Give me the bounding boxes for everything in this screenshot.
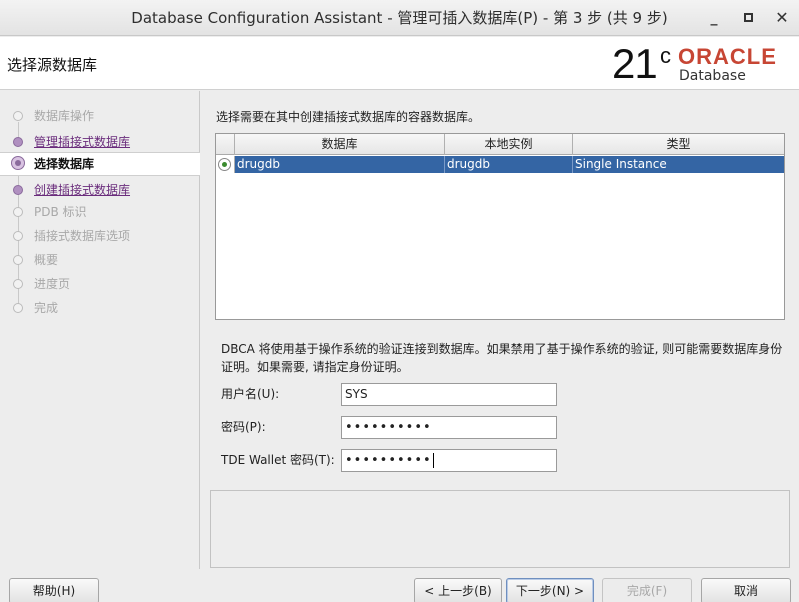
step-dot-icon: [13, 279, 23, 289]
text-cursor: [432, 453, 434, 468]
tde-password-input[interactable]: ••••••••••: [341, 449, 557, 472]
nav-item-label: 插接式数据库选项: [34, 229, 131, 243]
nav-item-pdb-options: 插接式数据库选项: [0, 225, 200, 247]
nav-item-db-operation: 数据库操作: [0, 105, 200, 127]
cancel-button[interactable]: 取消: [701, 578, 791, 602]
step-dot-icon: [13, 185, 23, 195]
tde-password-label: TDE Wallet 密码(T):: [221, 453, 335, 467]
cell-instance: drugdb: [445, 156, 573, 173]
close-icon[interactable]: ✕: [772, 8, 792, 28]
username-input[interactable]: SYS: [341, 383, 557, 406]
nav-item-progress: 进度页: [0, 273, 200, 295]
step-dot-icon: [13, 303, 23, 313]
nav-item-manage-pdb[interactable]: 管理插接式数据库: [0, 131, 200, 153]
step-dot-icon: [13, 255, 23, 265]
step-dot-icon: [13, 137, 23, 147]
cell-database: drugdb: [235, 156, 445, 173]
nav-item-create-pdb[interactable]: 创建插接式数据库: [0, 179, 200, 201]
nav-item-summary: 概要: [0, 249, 200, 271]
window-title: Database Configuration Assistant - 管理可插入…: [131, 9, 668, 27]
intro-text: 选择需要在其中创建插接式数据库的容器数据库。: [216, 110, 481, 124]
password-input[interactable]: ••••••••••: [341, 416, 557, 439]
nav-item-label: 概要: [34, 253, 59, 267]
username-label: 用户名(U):: [221, 387, 280, 401]
page-title: 选择源数据库: [7, 56, 98, 74]
row-select-cell[interactable]: [216, 156, 235, 173]
back-button[interactable]: < 上一步(B): [414, 578, 502, 602]
row-radio-button[interactable]: [218, 158, 231, 171]
nav-item-label: 完成: [34, 301, 59, 315]
step-dot-icon: [13, 111, 23, 121]
help-button[interactable]: 帮助(H): [9, 578, 99, 602]
oracle-logo: 21 c ORACLE Database: [612, 41, 792, 87]
next-button[interactable]: 下一步(N) >: [506, 578, 594, 602]
nav-item-label[interactable]: 管理插接式数据库: [34, 131, 130, 153]
nav-item-finish: 完成: [0, 297, 200, 319]
main-content: 选择需要在其中创建插接式数据库的容器数据库。 数据库 本地实例 类型 drugd…: [201, 91, 799, 569]
table-header-select: [216, 134, 235, 155]
nav-item-label: 数据库操作: [34, 109, 95, 123]
tde-password-value: ••••••••••: [345, 453, 432, 468]
step-navigation: 数据库操作 管理插接式数据库 选择数据库 创建插接式数据库 PDB 标识 插接式…: [0, 91, 200, 569]
cell-type: Single Instance: [575, 157, 667, 171]
table-header-instance[interactable]: 本地实例: [445, 134, 573, 155]
finish-button: 完成(F): [602, 578, 692, 602]
logo-product: Database: [679, 68, 746, 84]
table-header-type[interactable]: 类型: [573, 134, 784, 155]
table-row[interactable]: drugdb drugdb Single Instance: [216, 156, 784, 173]
logo-superscript: c: [660, 43, 671, 68]
table-header: 数据库 本地实例 类型: [216, 134, 784, 155]
logo-brand: ORACLE: [678, 44, 777, 69]
credentials-note: DBCA 将使用基于操作系统的验证连接到数据库。如果禁用了基于操作系统的验证, …: [221, 342, 783, 374]
nav-item-label: 进度页: [34, 277, 71, 291]
container-db-table[interactable]: 数据库 本地实例 类型 drugdb drugdb Single Instanc…: [215, 133, 785, 320]
title-bar: Database Configuration Assistant - 管理可插入…: [0, 0, 799, 36]
message-panel: [210, 490, 790, 568]
step-header: 选择源数据库 21 c ORACLE Database: [0, 37, 799, 90]
nav-item-label: PDB 标识: [34, 205, 87, 219]
table-header-database[interactable]: 数据库: [235, 134, 445, 155]
step-dot-icon: [13, 207, 23, 217]
logo-version: 21: [612, 40, 658, 87]
minimize-icon[interactable]: _: [704, 8, 724, 28]
step-dot-icon: [13, 231, 23, 241]
nav-item-label[interactable]: 创建插接式数据库: [34, 179, 130, 201]
nav-item-select-db[interactable]: 选择数据库: [0, 152, 200, 176]
current-step-icon: [11, 156, 25, 170]
password-label: 密码(P):: [221, 420, 266, 434]
nav-item-pdb-identity: PDB 标识: [0, 201, 200, 223]
nav-item-label: 选择数据库: [34, 157, 95, 171]
maximize-icon[interactable]: [738, 8, 758, 28]
